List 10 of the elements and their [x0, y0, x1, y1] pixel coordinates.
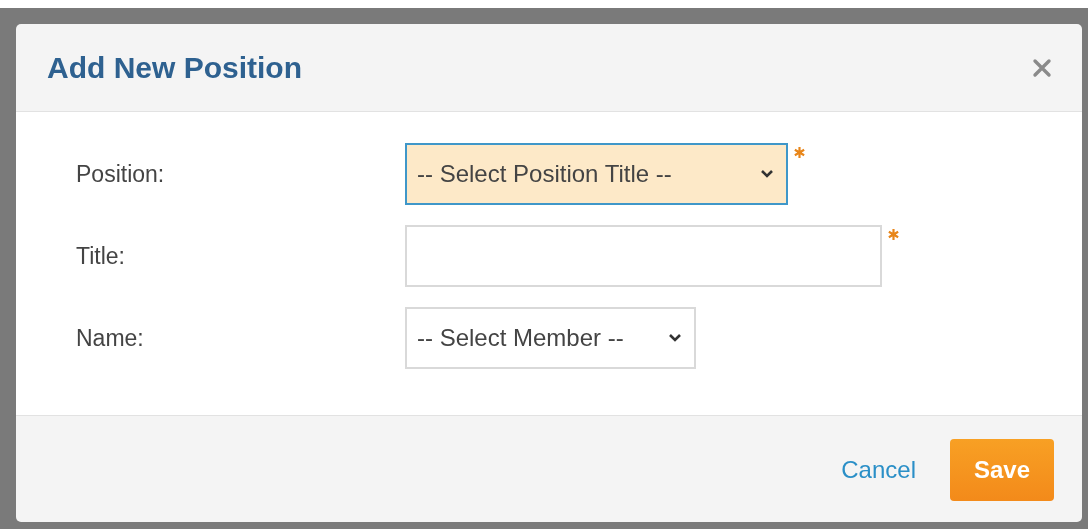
- select-field[interactable]: -- Select Position Title --: [405, 143, 788, 205]
- field-label: Position:: [75, 160, 166, 189]
- field-label: Name:: [75, 324, 145, 353]
- close-icon[interactable]: [1032, 57, 1052, 78]
- input-field[interactable]: [405, 225, 882, 287]
- dialog-title: Add New Position: [47, 50, 302, 85]
- caret-icon: [668, 333, 682, 343]
- field-label: Title:: [75, 242, 126, 271]
- caret-icon: [760, 169, 774, 179]
- select-field[interactable]: -- Select Member --: [405, 307, 696, 369]
